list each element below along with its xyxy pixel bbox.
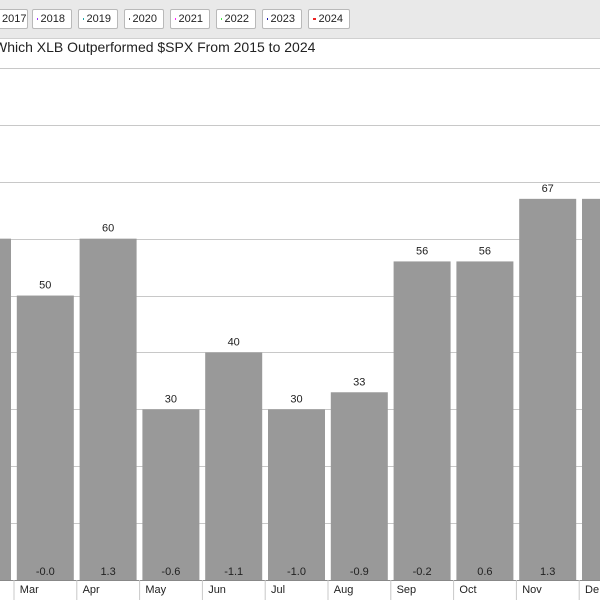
bar-mar (16, 295, 74, 580)
bar-inner-value-label: -0.6 (161, 566, 180, 578)
bar-jun (205, 352, 263, 580)
x-tick-label: Mar (20, 584, 39, 596)
bar-value-label: 67 (542, 183, 554, 195)
bar-value-label: 33 (353, 376, 365, 388)
bar-inner-value-label: -0.0 (36, 566, 55, 578)
x-tick-label: Aug (334, 584, 354, 596)
bar-apr (79, 238, 137, 580)
bar-value-label: 50 (39, 280, 51, 292)
x-tick-label: De (585, 584, 599, 596)
bar-feb (0, 238, 11, 580)
bar-aug (330, 392, 388, 580)
bar-chart: 50-0.0Mar601.3Apr30-0.6May40-1.1Jun30-1.… (0, 68, 600, 600)
x-tick-label: May (145, 584, 166, 596)
x-tick-label: Jun (208, 584, 226, 596)
bar-inner-value-label: -0.2 (413, 566, 432, 578)
x-tick-label: Nov (522, 584, 542, 596)
bar-inner-value-label: 1.3 (100, 566, 115, 578)
bar-inner-value-label: -1.1 (224, 566, 243, 578)
bar-value-label: 60 (102, 223, 114, 235)
x-tick-label: Jul (271, 584, 285, 596)
bar-inner-value-label: -0.9 (350, 566, 369, 578)
bar-inner-value-label: -1.0 (287, 566, 306, 578)
bar-value-label: 30 (290, 393, 302, 405)
bar-jul (268, 409, 325, 580)
bar-nov (519, 198, 577, 580)
bar-value-label: 40 (228, 336, 240, 348)
x-tick-label: Oct (459, 584, 476, 596)
x-tick-label: Apr (83, 584, 100, 596)
x-tick-label: Sep (397, 584, 417, 596)
bar-value-label: 30 (165, 393, 177, 405)
bar-sep (393, 261, 451, 580)
bar-may (142, 409, 200, 580)
bar-oct (456, 261, 514, 580)
bar-dec (582, 198, 600, 580)
bar-value-label: 56 (416, 245, 428, 257)
bar-value-label: 56 (479, 245, 491, 257)
bar-inner-value-label: 0.6 (477, 566, 492, 578)
bar-inner-value-label: 1.3 (540, 566, 555, 578)
